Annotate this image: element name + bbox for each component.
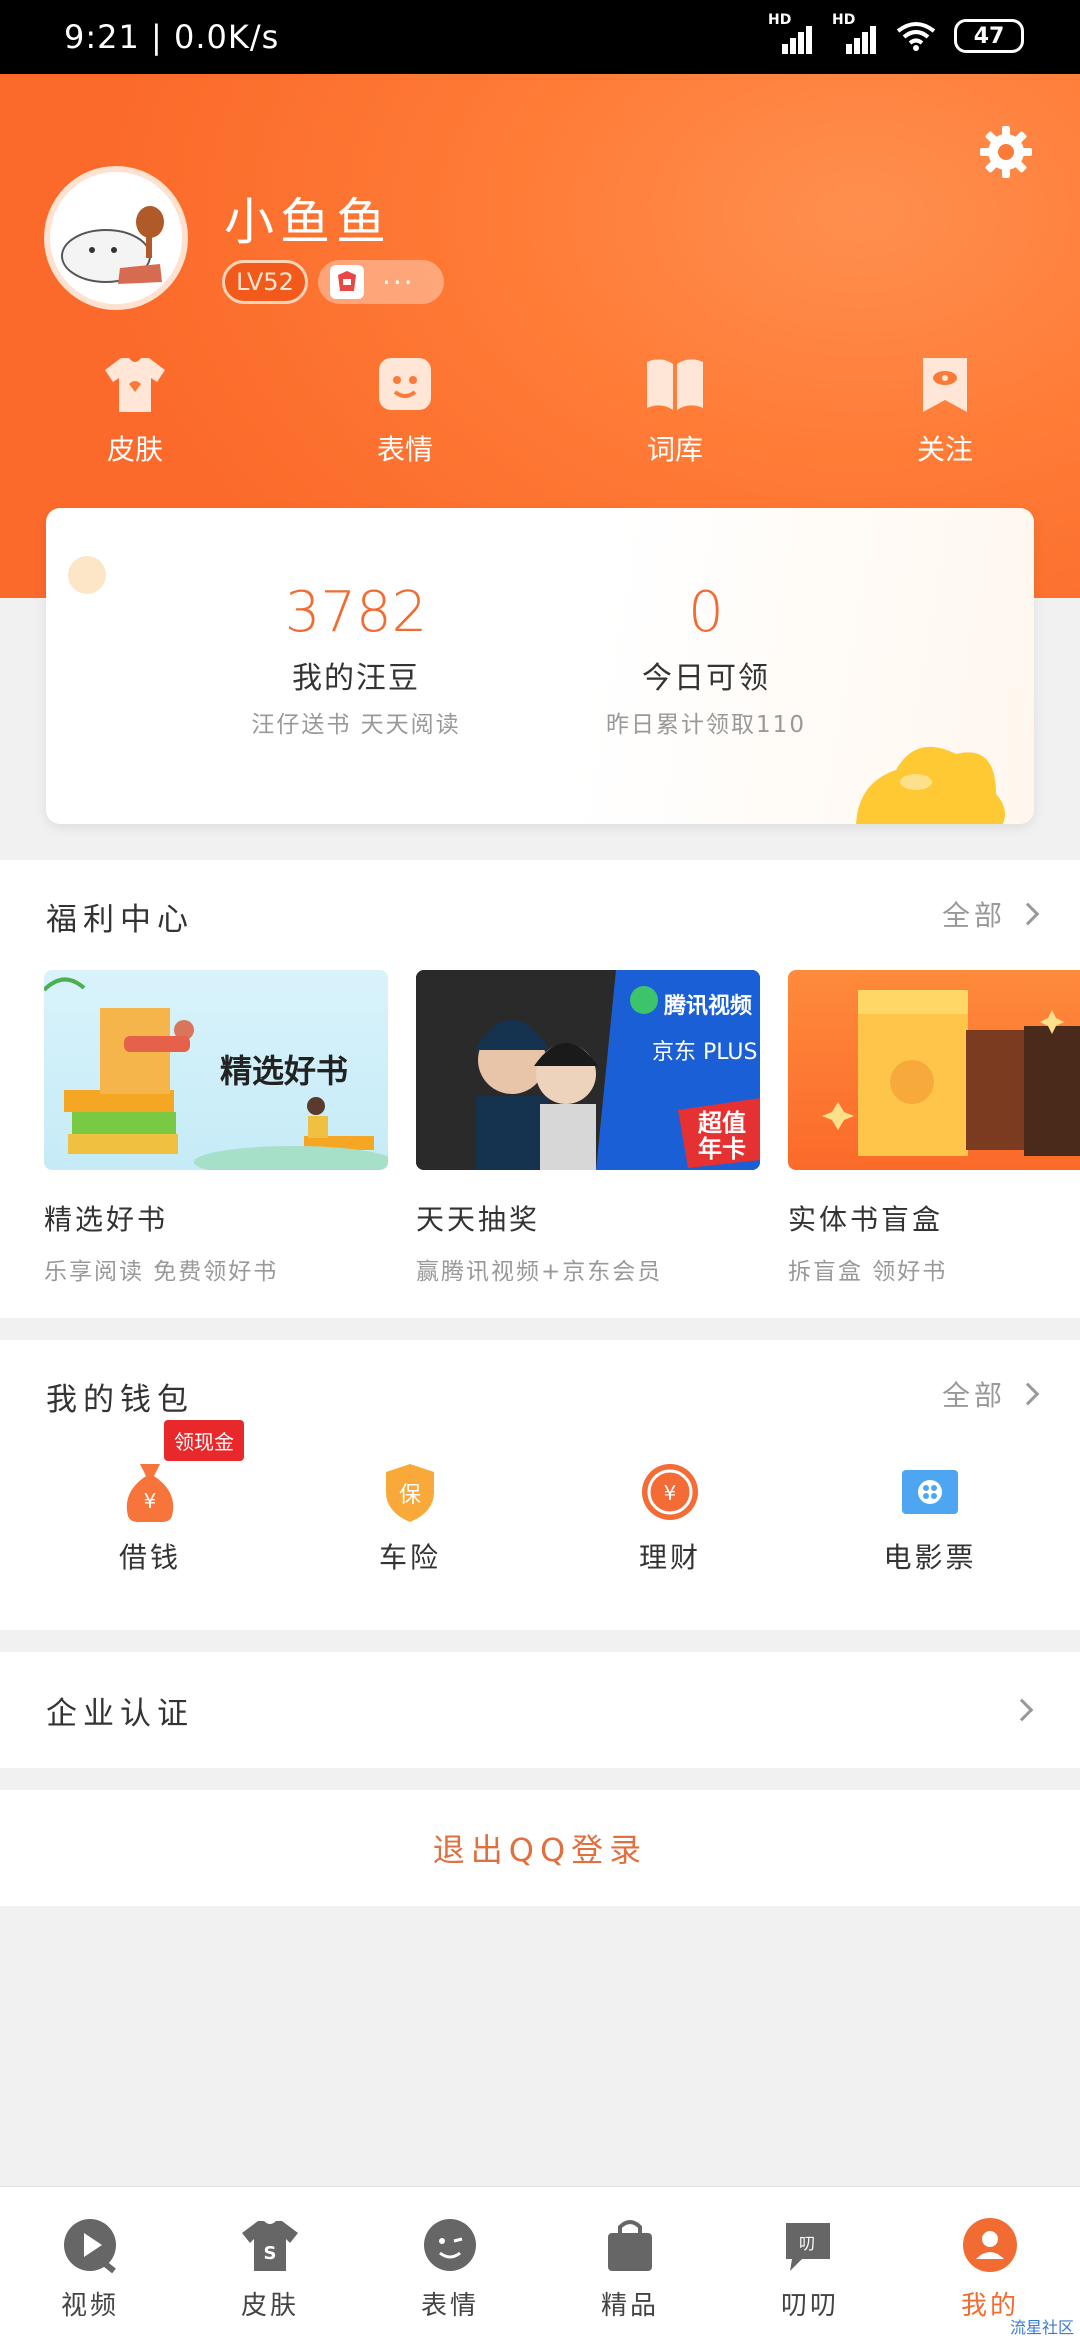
money-bag-icon: ¥ [126,1464,174,1522]
status-bar: 9:21 | 0.0K/s HD HD 47 [0,0,1080,74]
quick-action-skin[interactable]: 皮肤 [60,354,210,468]
svg-text:¥: ¥ [144,1489,157,1513]
banner-line-1: 腾讯视频 [664,994,753,1019]
wallet-section: 我的钱包 全部 领现金 ¥ 借钱 保 车险 ¥ 理财 电影票 [0,1340,1080,1630]
welfare-card-title: 天天抽奖 [416,1203,541,1236]
wink-icon [424,2219,476,2271]
wallet-header: 我的钱包 全部 [0,1340,1080,1448]
bean-illustration [856,746,1005,824]
books-banner-image: 精选好书 [44,970,388,1170]
welfare-card-title: 精选好书 [44,1203,169,1236]
enterprise-label: 企业认证 [46,1696,194,1732]
points-card: 3782 我的汪豆 汪仔送书 天天阅读 0 今日可领 昨日累计领取110 [46,508,1034,824]
quick-action-lexicon[interactable]: 词库 [600,354,750,468]
status-time: 9:21 | 0.0K/s [64,18,280,56]
more-badges-text: ··· [382,265,415,299]
banner-headline: 精选好书 [220,1052,349,1090]
welfare-card-subtitle: 乐享阅读 免费领好书 [44,1259,279,1285]
wallet-view-all[interactable]: 全部 [942,1374,1040,1414]
chevron-right-icon [1016,902,1040,926]
section-title: 我的钱包 [46,1382,194,1418]
shirt-icon [105,358,165,412]
medal-icon [330,265,364,299]
level-badge[interactable]: LV52 [222,260,308,304]
signal-icon: HD [832,12,878,56]
banner-tag: 超值年卡 [698,1109,746,1163]
cash-tag: 领现金 [164,1420,244,1461]
welfare-card-books[interactable]: 精选好书 精选好书 乐享阅读 免费领好书 [44,970,388,1286]
watermark-text: 流星社区 [1009,2318,1074,2337]
badges-pill[interactable]: ··· [318,260,444,304]
welfare-card-blindbox[interactable]: 实体书盲盒 拆盲盒 领好书 [788,970,1080,1286]
tab-emoji[interactable]: 表情 [375,2215,525,2340]
logout-label: 退出QQ登录 [432,1831,648,1869]
today-claimable[interactable]: 0 今日可领 昨日累计领取110 [546,580,866,739]
logout-button[interactable]: 退出QQ登录 [0,1790,1080,1906]
bottom-tab-bar: 视频 S 皮肤 表情 精品 叨 叨叨 我的 [0,2186,1080,2340]
status-icons: HD HD 47 [768,12,1024,56]
tab-chat[interactable]: 叨 叨叨 [735,2215,885,2340]
svg-text:S: S [264,2243,277,2264]
coin-icon: ¥ [642,1464,698,1520]
decor-dot [68,556,106,594]
welfare-card-lottery[interactable]: 腾讯视频 京东 PLUS 超值年卡 天天抽奖 赢腾讯视频+京东会员 [416,970,760,1286]
book-icon [647,359,703,410]
emoji-icon [379,358,431,410]
welfare-view-all[interactable]: 全部 [942,894,1040,934]
banner-line-2: 京东 PLUS [652,1040,758,1065]
chevron-right-icon [1016,1382,1040,1406]
claimable-subtitle: 昨日累计领取110 [606,712,806,738]
welfare-header: 福利中心 全部 [0,860,1080,968]
battery-indicator: 47 [954,19,1024,53]
welfare-center-section: 福利中心 全部 精选好书 精选好书 乐享阅读 免费领好书 腾讯视频 京东 PLU… [0,860,1080,1318]
username: 小鱼鱼 [224,193,392,251]
person-icon [963,2218,1017,2272]
bag-icon [608,2220,652,2271]
wallet-item-finance[interactable]: ¥ 理财 [580,1460,760,1576]
signal-icon: HD [768,12,814,56]
eye-bookmark-icon [923,358,967,412]
wallet-items: 领现金 ¥ 借钱 保 车险 ¥ 理财 电影票 [0,1420,1080,1576]
enterprise-verification-row[interactable]: 企业认证 [0,1652,1080,1768]
chevron-right-icon [1010,1698,1034,1722]
blindbox-banner-image [788,970,1080,1170]
wifi-icon [896,22,936,51]
svg-text:¥: ¥ [664,1481,677,1505]
tab-video[interactable]: 视频 [15,2215,165,2340]
avatar[interactable] [44,166,188,310]
section-title: 福利中心 [46,902,194,938]
quick-action-follow[interactable]: 关注 [870,354,1020,468]
claimable-value: 0 [688,580,724,645]
welfare-card-title: 实体书盲盒 [788,1203,944,1236]
lottery-banner-image: 腾讯视频 京东 PLUS 超值年卡 [416,970,760,1170]
my-points[interactable]: 3782 我的汪豆 汪仔送书 天天阅读 [196,580,516,739]
points-subtitle: 汪仔送书 天天阅读 [251,712,461,738]
svg-text:叨: 叨 [799,2234,815,2253]
quick-action-emoji[interactable]: 表情 [330,354,480,468]
quick-actions: 皮肤 表情 词库 关注 [0,354,1080,468]
wallet-item-car-insurance[interactable]: 保 车险 [320,1460,500,1576]
svg-text:保: 保 [399,1483,421,1508]
wallet-item-loan[interactable]: 领现金 ¥ 借钱 [60,1420,244,1576]
claimable-title: 今日可领 [642,661,770,696]
welfare-card-subtitle: 拆盲盒 领好书 [788,1259,948,1285]
points-value: 3782 [284,580,428,645]
settings-gear-icon[interactable] [976,122,1036,182]
tab-premium[interactable]: 精品 [555,2215,705,2340]
play-icon [64,2219,116,2274]
welfare-card-subtitle: 赢腾讯视频+京东会员 [416,1259,663,1285]
shirt-icon: S [242,2221,298,2271]
wallet-item-movie-ticket[interactable]: 电影票 [840,1460,1020,1576]
points-title: 我的汪豆 [292,661,420,696]
shield-icon: 保 [386,1464,434,1522]
welfare-banners: 精选好书 精选好书 乐享阅读 免费领好书 腾讯视频 京东 PLUS 超值年卡 天… [44,970,1080,1286]
ticket-icon [902,1470,958,1514]
chat-icon: 叨 [786,2223,830,2271]
tab-skin[interactable]: S 皮肤 [195,2215,345,2340]
